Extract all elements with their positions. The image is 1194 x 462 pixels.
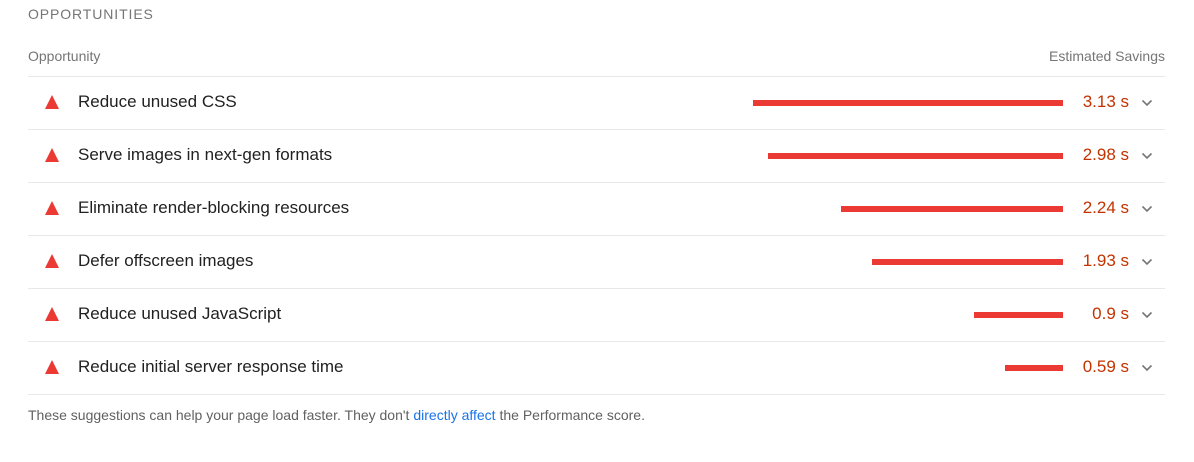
footer-text-before: These suggestions can help your page loa… <box>28 407 414 423</box>
opportunity-row[interactable]: Reduce unused CSS 3.13 s <box>28 77 1165 130</box>
chevron-down-icon[interactable] <box>1139 307 1155 323</box>
fail-triangle-icon <box>45 148 59 162</box>
savings-bar <box>768 153 1063 159</box>
opportunity-label: Defer offscreen images <box>78 251 254 270</box>
footer-note: These suggestions can help your page loa… <box>28 407 645 423</box>
opportunity-row[interactable]: Reduce initial server response time 0.59… <box>28 342 1165 395</box>
savings-value: 3.13 s <box>1082 92 1129 111</box>
opportunities-panel: OPPORTUNITIES Opportunity Estimated Savi… <box>0 0 1194 462</box>
fail-triangle-icon <box>45 201 59 215</box>
savings-value: 1.93 s <box>1082 251 1129 270</box>
savings-bar <box>1005 365 1063 371</box>
opportunity-label: Reduce unused CSS <box>78 92 237 111</box>
opportunity-label: Eliminate render-blocking resources <box>78 198 350 217</box>
savings-value: 2.98 s <box>1082 145 1129 164</box>
section-title: OPPORTUNITIES <box>28 6 154 22</box>
savings-value: 2.24 s <box>1082 198 1129 217</box>
chevron-down-icon[interactable] <box>1139 254 1155 270</box>
column-header-opportunity: Opportunity <box>28 48 101 64</box>
opportunity-row[interactable]: Eliminate render-blocking resources 2.24… <box>28 183 1165 236</box>
fail-triangle-icon <box>45 307 59 321</box>
opportunity-row[interactable]: Serve images in next-gen formats 2.98 s <box>28 130 1165 183</box>
directly-affect-link[interactable]: directly affect <box>413 407 495 423</box>
opportunity-row[interactable]: Reduce unused JavaScript 0.9 s <box>28 289 1165 342</box>
opportunity-list: Reduce unused CSS 3.13 s Serve images in… <box>28 76 1165 395</box>
column-header-savings: Estimated Savings <box>1049 48 1165 64</box>
opportunity-label: Reduce unused JavaScript <box>78 304 282 323</box>
savings-bar <box>974 312 1063 318</box>
opportunity-row[interactable]: Defer offscreen images 1.93 s <box>28 236 1165 289</box>
savings-value: 0.9 s <box>1092 304 1129 323</box>
fail-triangle-icon <box>45 254 59 268</box>
opportunity-label: Reduce initial server response time <box>78 357 344 376</box>
fail-triangle-icon <box>45 95 59 109</box>
chevron-down-icon[interactable] <box>1139 148 1155 164</box>
chevron-down-icon[interactable] <box>1139 201 1155 217</box>
fail-triangle-icon <box>45 360 59 374</box>
savings-value: 0.59 s <box>1082 357 1129 376</box>
chevron-down-icon[interactable] <box>1139 95 1155 111</box>
savings-bar <box>872 259 1063 265</box>
savings-bar <box>753 100 1063 106</box>
opportunity-label: Serve images in next-gen formats <box>78 145 333 164</box>
chevron-down-icon[interactable] <box>1139 360 1155 376</box>
savings-bar <box>841 206 1063 212</box>
footer-text-after: the Performance score. <box>495 407 645 423</box>
